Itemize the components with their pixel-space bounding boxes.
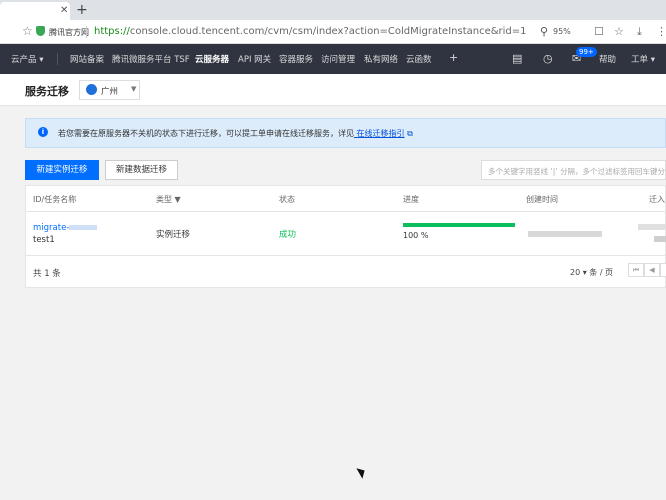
nav-cam[interactable]: 访问管理 — [321, 53, 355, 65]
redacted-id — [69, 225, 98, 230]
prev-page-button[interactable]: ◀ — [644, 263, 660, 277]
column-created-time: 创建时间 — [526, 195, 558, 204]
verified-shield-icon — [36, 26, 45, 36]
new-tab-button[interactable]: + — [76, 2, 88, 18]
redacted-destination-secondary — [654, 236, 666, 242]
total-count: 共 1 条 — [33, 269, 61, 279]
page-input[interactable] — [660, 263, 666, 277]
notes-icon[interactable]: ▤ — [512, 52, 522, 65]
favorite-icon[interactable]: ☆ — [614, 25, 624, 38]
url-scheme: https:// — [94, 26, 130, 37]
nav-api-gateway[interactable]: API 网关 — [238, 53, 271, 65]
url-path: console.cloud.tencent.com/cvm/csm/index?… — [129, 26, 527, 37]
console-top-nav: 云产品 ▾ 网站备案 腾讯微服务平台 TSF 云服务器 API 网关 容器服务 … — [0, 44, 666, 74]
create-data-migration-button[interactable]: 新建数据迁移 — [105, 160, 178, 180]
task-type: 实例迁移 — [156, 230, 191, 240]
address-bar: ☆ 腾讯官方网 https://console.cloud.tencent.co… — [0, 20, 666, 44]
nav-help[interactable]: 帮助 — [599, 53, 616, 65]
nav-divider — [57, 53, 58, 65]
close-tab-icon[interactable]: ✕ — [60, 5, 68, 16]
nav-icp-filing[interactable]: 网站备案 — [70, 53, 104, 65]
table-header: ID/任务名称 类型 ▼ 状态 进度 创建时间 迁入 — [26, 186, 666, 212]
page-title: 服务迁移 — [25, 85, 69, 98]
region-value: 广州 — [101, 87, 119, 97]
table-row: migrate- test1 实例迁移 成功 100 % — [26, 212, 666, 256]
nav-cloud-products[interactable]: 云产品 ▾ — [11, 53, 43, 65]
zoom-level: 95% — [553, 27, 571, 36]
progress-fill — [403, 223, 515, 227]
create-instance-migration-button[interactable]: 新建实例迁移 — [25, 160, 99, 180]
redacted-destination — [638, 224, 666, 230]
browser-tab-strip: ✕ + — [0, 0, 666, 20]
online-migration-guide-link[interactable]: 在线迁移指引 — [354, 129, 405, 138]
nav-vpc[interactable]: 私有网络 — [364, 53, 398, 65]
globe-icon — [86, 84, 97, 95]
column-status: 状态 — [279, 195, 295, 204]
region-selector[interactable]: 广州 ▼ — [79, 80, 140, 100]
extension-icon[interactable]: ☐ — [594, 25, 604, 38]
notice-banner: i 若您需要在原服务器不关机的状态下进行迁移，可以提工单申请在线迁移服务，详见 … — [25, 118, 666, 148]
menu-icon[interactable]: ⋮ — [656, 25, 666, 38]
browser-tab[interactable]: ✕ — [0, 2, 70, 20]
add-shortcut-button[interactable]: + — [449, 51, 458, 64]
notice-text: 若您需要在原服务器不关机的状态下进行迁移，可以提工单申请在线迁移服务，详见 在线… — [58, 128, 413, 139]
progress-bar — [403, 223, 515, 227]
info-icon: i — [38, 127, 48, 137]
search-input[interactable]: 多个关键字用竖线 ‘|’ 分隔，多个过滤标签用回车键分隔 — [481, 160, 666, 180]
message-badge: 99+ — [576, 47, 597, 57]
page-size-selector[interactable]: 20 ▾ 条 / 页 — [570, 267, 613, 278]
table-footer: 共 1 条 20 ▾ 条 / 页 ⏮ ◀ — [26, 256, 666, 288]
nav-cvm[interactable]: 云服务器 — [195, 53, 229, 65]
clock-icon[interactable]: ◷ — [543, 52, 553, 65]
address-divider — [86, 26, 87, 38]
bookmark-star-icon[interactable]: ☆ — [22, 24, 33, 38]
column-destination: 迁入 — [649, 195, 665, 204]
chevron-down-icon: ▼ — [131, 85, 137, 93]
url-field[interactable]: https://console.cloud.tencent.com/cvm/cs… — [94, 26, 527, 37]
notice-body: 若您需要在原服务器不关机的状态下进行迁移，可以提工单申请在线迁移服务，详见 — [58, 129, 354, 138]
redacted-created-time — [528, 231, 602, 237]
download-icon[interactable]: ⤓ — [637, 25, 642, 39]
nav-scf[interactable]: 云函数 — [406, 53, 432, 65]
migration-task-table: ID/任务名称 类型 ▼ 状态 进度 创建时间 迁入 migrate- test… — [25, 185, 666, 288]
column-id-name: ID/任务名称 — [33, 195, 77, 204]
column-type-filter[interactable]: 类型 ▼ — [156, 194, 181, 205]
task-id-link[interactable]: migrate- — [33, 223, 98, 233]
external-link-icon[interactable]: ⧉ — [407, 129, 413, 138]
nav-container[interactable]: 容器服务 — [279, 53, 313, 65]
nav-tsf[interactable]: 腾讯微服务平台 TSF — [112, 53, 190, 65]
column-progress: 进度 — [403, 195, 419, 204]
nav-tools[interactable]: 工单 ▾ — [631, 53, 655, 65]
site-label: 腾讯官方网 — [49, 28, 89, 37]
progress-text: 100 % — [403, 231, 429, 240]
first-page-button[interactable]: ⏮ — [628, 263, 644, 277]
task-name: test1 — [33, 235, 55, 245]
task-id-text: migrate- — [33, 223, 70, 233]
mouse-cursor — [356, 465, 368, 479]
zoom-icon[interactable]: ⚲ — [540, 25, 548, 38]
page-header: 服务迁移 广州 ▼ — [0, 74, 666, 106]
task-status: 成功 — [279, 230, 297, 240]
